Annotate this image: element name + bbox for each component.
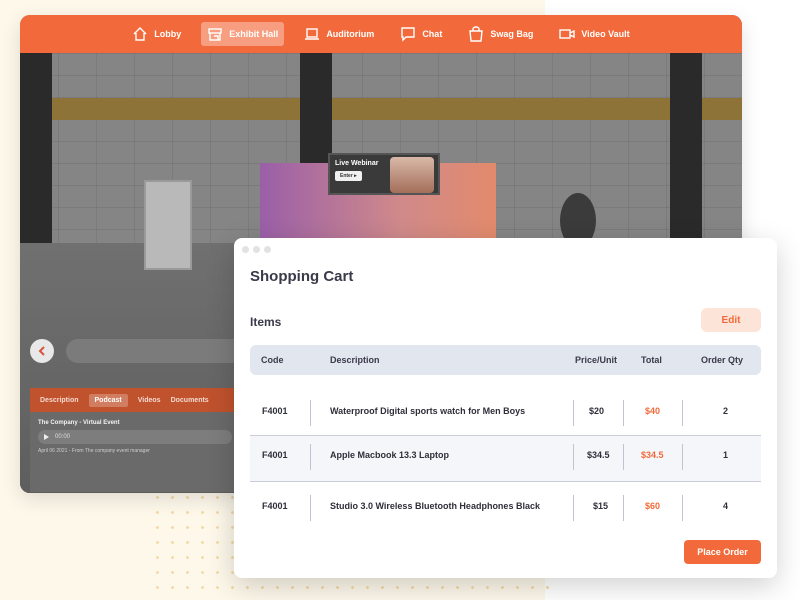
row-price: $15	[593, 501, 609, 511]
row-code: F4001	[262, 406, 288, 416]
hall-pillar	[670, 53, 702, 243]
row-price: $20	[589, 406, 605, 416]
back-button[interactable]	[30, 339, 54, 363]
video-icon	[559, 29, 576, 39]
nav-label: Exhibit Hall	[229, 29, 279, 39]
edit-button[interactable]: Edit	[701, 308, 761, 332]
row-total: $34.5	[641, 450, 664, 460]
cell-divider	[623, 400, 624, 426]
chevron-left-icon	[38, 346, 45, 356]
cell-divider	[310, 495, 311, 521]
window-dot	[242, 246, 249, 253]
row-description: Apple Macbook 13.3 Laptop	[330, 450, 450, 460]
laptop-icon	[305, 28, 320, 40]
window-controls	[242, 246, 271, 253]
tab-podcast[interactable]: Podcast	[88, 393, 128, 407]
cell-divider	[623, 444, 624, 470]
presenter-image	[390, 157, 434, 193]
home-icon	[133, 27, 147, 41]
table-row[interactable]: F4001 Apple Macbook 13.3 Laptop $34.5 $3…	[250, 436, 761, 482]
window-dot	[264, 246, 271, 253]
col-description: Description	[330, 355, 380, 365]
row-code: F4001	[262, 501, 288, 511]
cell-divider	[310, 400, 311, 426]
cell-divider	[623, 495, 624, 521]
nav-chat[interactable]: Chat	[394, 22, 448, 46]
nav-video-vault[interactable]: Video Vault	[553, 22, 635, 46]
nav-label: Chat	[422, 29, 443, 39]
col-total: Total	[641, 355, 662, 365]
cart-title: Shopping Cart	[250, 268, 354, 285]
row-code: F4001	[262, 450, 288, 460]
row-total: $60	[645, 501, 661, 511]
cell-divider	[682, 400, 683, 426]
hall-stripe	[20, 98, 742, 120]
cell-divider	[682, 495, 683, 521]
col-price: Price/Unit	[575, 355, 618, 365]
col-code: Code	[261, 355, 284, 365]
player-time: 00:00	[55, 434, 71, 440]
row-qty: 2	[723, 406, 729, 416]
booth-enter-button[interactable]: Enter ▸	[335, 171, 362, 181]
cell-divider	[573, 444, 574, 470]
row-description: Studio 3.0 Wireless Bluetooth Headphones…	[330, 501, 540, 511]
nav-label: Lobby	[154, 29, 182, 39]
nav-swag-bag[interactable]: Swag Bag	[462, 22, 539, 46]
tab-videos[interactable]: Videos	[138, 397, 161, 404]
shopping-cart-window: Shopping Cart Items Edit Code Descriptio…	[234, 238, 777, 578]
tab-documents[interactable]: Documents	[171, 397, 209, 404]
media-tabs: Description Podcast Videos Documents	[30, 388, 240, 412]
col-qty: Order Qty	[701, 355, 744, 365]
bag-icon	[469, 26, 484, 42]
hall-door	[144, 180, 192, 270]
nav-label: Swag Bag	[490, 29, 534, 39]
media-panel: Description Podcast Videos Documents The…	[30, 388, 240, 492]
row-description: Waterproof Digital sports watch for Men …	[330, 406, 526, 416]
nav-exhibit-hall[interactable]: Exhibit Hall	[201, 22, 285, 46]
top-nav: Lobby Exhibit Hall Auditorium Chat Swag …	[20, 15, 742, 53]
table-header: Code Description Price/Unit Total Order …	[250, 345, 761, 375]
cell-divider	[573, 400, 574, 426]
cell-divider	[573, 495, 574, 521]
nav-label: Auditorium	[326, 29, 375, 39]
scene-search-bar[interactable]	[66, 339, 246, 363]
podcast-title: The Company - Virtual Event	[38, 420, 120, 426]
table-row[interactable]: F4001 Studio 3.0 Wireless Bluetooth Head…	[250, 483, 761, 529]
cell-divider	[310, 444, 311, 470]
row-separator	[250, 481, 761, 482]
play-icon[interactable]	[44, 434, 49, 440]
place-order-button[interactable]: Place Order	[684, 540, 761, 564]
row-price: $34.5	[587, 450, 610, 460]
nav-auditorium[interactable]: Auditorium	[298, 22, 380, 46]
nav-lobby[interactable]: Lobby	[126, 22, 187, 46]
tab-description[interactable]: Description	[40, 397, 79, 404]
row-total: $40	[645, 406, 661, 416]
chat-icon	[401, 27, 416, 42]
items-label: Items	[250, 315, 282, 329]
hall-pillar	[20, 53, 52, 243]
table-row[interactable]: F4001 Waterproof Digital sports watch fo…	[250, 388, 761, 434]
booth-icon	[208, 28, 222, 41]
window-dot	[253, 246, 260, 253]
cell-divider	[682, 444, 683, 470]
row-qty: 1	[723, 450, 729, 460]
podcast-meta: April 06 2021 - From The company event m…	[38, 448, 150, 454]
audio-player[interactable]: 00:00	[38, 430, 232, 444]
row-qty: 4	[723, 501, 729, 511]
nav-label: Video Vault	[581, 29, 630, 39]
